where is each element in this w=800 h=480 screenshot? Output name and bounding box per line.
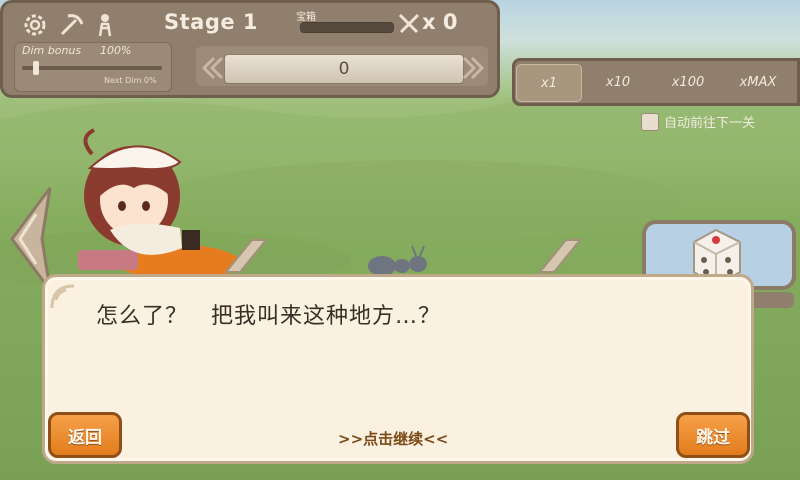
dim-slider-track[interactable] [22, 66, 162, 70]
skip-button[interactable]: 跳过 [676, 412, 750, 458]
auto-advance-checkbox[interactable] [641, 113, 659, 131]
character-button[interactable] [90, 10, 120, 40]
wooden-sign-right [537, 239, 583, 273]
settings-button[interactable] [20, 10, 50, 40]
multiplier-x100-button[interactable]: x100 [656, 64, 720, 100]
chevron-right-icon[interactable] [462, 55, 488, 81]
dim-slider-handle[interactable] [33, 61, 40, 75]
dim-bonus-label: Dim bonus [22, 44, 82, 57]
multiplier-xmax-button[interactable]: xMAX [726, 64, 790, 100]
multiplier-x10-button[interactable]: x10 [586, 64, 650, 100]
pickaxe-button[interactable] [56, 10, 86, 40]
auto-advance-label[interactable]: 自动前往下一关 [664, 112, 755, 131]
corner-ornament-icon [50, 284, 75, 309]
ant-enemy [368, 245, 427, 276]
chest-label: 宝箱 [296, 12, 316, 23]
dim-bonus-value: 100% [100, 44, 132, 57]
back-button[interactable]: 返回 [48, 412, 122, 458]
character-icon [98, 14, 112, 37]
chest-progress-bar [300, 22, 394, 33]
gear-icon [24, 14, 46, 36]
sword-count: x 0 [422, 10, 458, 34]
counter-display: 0 [224, 54, 464, 84]
continue-hint[interactable]: >>点击继续<< [338, 428, 448, 449]
crossed-swords-icon [398, 13, 420, 34]
next-dim-label: Next Dim 0% [104, 76, 157, 85]
multiplier-x1-button[interactable]: x1 [516, 64, 582, 102]
chevron-left-icon[interactable] [198, 55, 224, 81]
wooden-sign-left [223, 239, 269, 273]
dialog-text: 怎么了？ 把我叫来这种地方…？ [96, 304, 442, 329]
stage-title: Stage 1 [164, 10, 259, 34]
pickaxe-icon [60, 14, 84, 36]
